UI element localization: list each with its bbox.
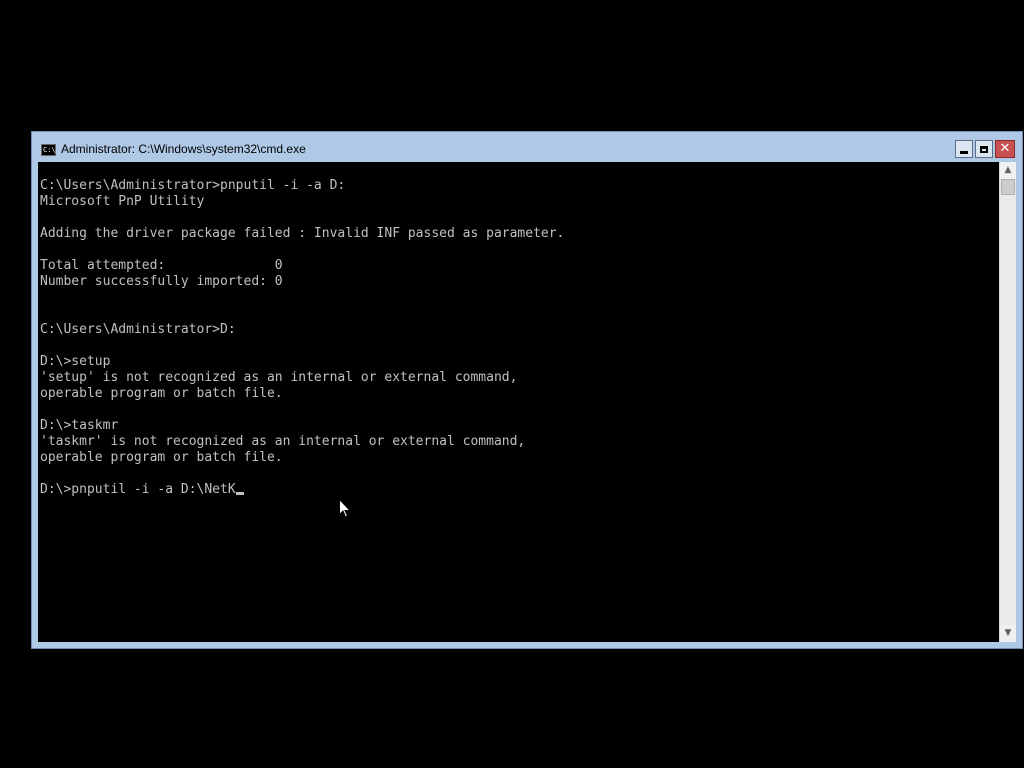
console-line: C:\Users\Administrator>D: xyxy=(40,322,564,338)
title-bar[interactable]: C:\ Administrator: C:\Windows\system32\c… xyxy=(32,132,1022,162)
console-line-text: Number successfully imported: 0 xyxy=(40,274,283,289)
console-line-text: Microsoft PnP Utility xyxy=(40,194,205,209)
console-line-text: 'setup' is not recognized as an internal… xyxy=(40,370,518,385)
console-line-text: D:\>setup xyxy=(40,354,111,369)
scroll-thumb[interactable] xyxy=(1001,179,1015,195)
console-line: 'setup' is not recognized as an internal… xyxy=(40,370,564,386)
console-line-text: C:\Users\Administrator>pnputil -i -a D: xyxy=(40,178,346,193)
console-line: Adding the driver package failed : Inval… xyxy=(40,226,564,242)
console-output[interactable]: C:\Users\Administrator>pnputil -i -a D: M… xyxy=(38,162,999,642)
console-line: D:\>setup xyxy=(40,354,564,370)
console-line: 'taskmr' is not recognized as an interna… xyxy=(40,434,564,450)
console-line: D:\>taskmr xyxy=(40,418,564,434)
scroll-up-arrow-icon[interactable]: ▲ xyxy=(1000,162,1016,179)
console-line: operable program or batch file. xyxy=(40,450,564,466)
cmd-app-icon[interactable]: C:\ xyxy=(41,144,56,156)
window-title: Administrator: C:\Windows\system32\cmd.e… xyxy=(61,142,306,156)
scroll-down-arrow-icon[interactable]: ▼ xyxy=(1000,625,1016,642)
console-line: Number successfully imported: 0 xyxy=(40,274,564,290)
close-icon: ✕ xyxy=(999,141,1011,156)
maximize-button[interactable] xyxy=(975,140,993,158)
mouse-pointer-icon xyxy=(339,499,351,518)
console-line: D:\>pnputil -i -a D:\NetK xyxy=(40,482,564,498)
console-line: C:\Users\Administrator>pnputil -i -a D: xyxy=(40,178,564,194)
console-line-text: 'taskmr' is not recognized as an interna… xyxy=(40,434,526,449)
console-line: operable program or batch file. xyxy=(40,386,564,402)
console-line-text: D:\>taskmr xyxy=(40,418,119,433)
console-line-text: D:\>pnputil -i -a D:\NetK xyxy=(40,482,236,497)
console-line: Microsoft PnP Utility xyxy=(40,194,564,210)
text-cursor xyxy=(235,492,244,495)
console-line-text: operable program or batch file. xyxy=(40,386,283,401)
console-line-text: Total attempted: 0 xyxy=(40,258,283,273)
console-line-text: operable program or batch file. xyxy=(40,450,283,465)
desktop: C:\ Administrator: C:\Windows\system32\c… xyxy=(0,0,1024,768)
close-button[interactable]: ✕ xyxy=(995,140,1015,158)
vertical-scrollbar[interactable]: ▲ ▼ xyxy=(999,162,1016,642)
minimize-icon xyxy=(960,150,968,154)
maximize-icon xyxy=(980,145,988,153)
minimize-button[interactable] xyxy=(955,140,973,158)
console-line-text: C:\Users\Administrator>D: xyxy=(40,322,236,337)
console-lines: C:\Users\Administrator>pnputil -i -a D: M… xyxy=(40,178,564,498)
console-line-text: Adding the driver package failed : Inval… xyxy=(40,226,565,241)
cmd-window[interactable]: C:\ Administrator: C:\Windows\system32\c… xyxy=(31,131,1023,649)
console-line: Total attempted: 0 xyxy=(40,258,564,274)
